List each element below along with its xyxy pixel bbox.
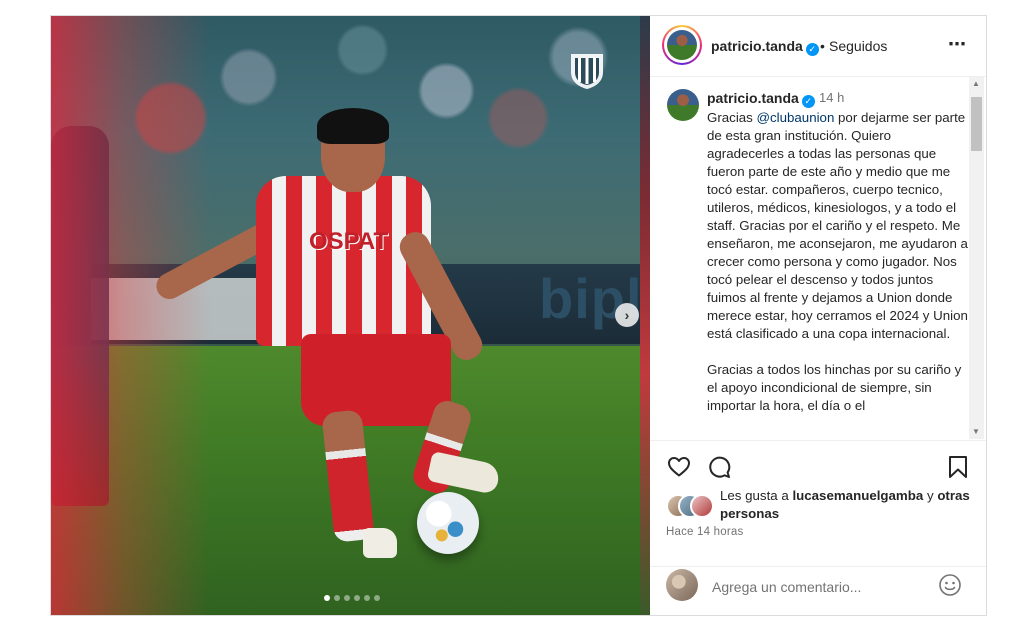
likers-avatars[interactable] [666,494,716,518]
scroll-down-icon[interactable]: ▼ [972,427,980,436]
scroll-up-icon[interactable]: ▲ [972,79,980,88]
avatar [667,30,697,60]
post-header: patricio.tanda ✓ • Seguidos ⋯ [650,16,986,77]
more-options-icon[interactable]: ⋯ [948,34,967,55]
carousel-next-button[interactable]: › [615,303,639,327]
scroll-thumb[interactable] [971,97,982,151]
soccer-ball [417,492,479,554]
carousel-dots [324,595,380,601]
verified-badge-icon: ✓ [805,43,819,56]
caption-time[interactable]: 14 h [819,90,844,105]
caption-text-part: Gracias [707,110,757,125]
avatar [690,494,714,518]
likes-conjunction: y [923,488,938,503]
carousel-dot [344,595,350,601]
caption-scrollbar[interactable]: ▲ ▼ [969,77,984,439]
next-image-preview [640,16,650,615]
caption-text: Gracias @clubaunion por dejarme ser part… [707,109,969,415]
heart-icon[interactable] [667,455,691,479]
caption-avatar[interactable] [667,89,699,121]
story-ring[interactable] [662,25,702,65]
caption-username-text[interactable]: patricio.tanda [707,90,799,106]
post-actions [650,440,986,489]
likes-prefix: Les gusta a [720,488,793,503]
current-user-avatar [666,569,698,601]
carousel-dot [354,595,360,601]
chevron-right-icon: › [624,307,630,323]
comment-icon[interactable] [707,455,731,479]
caption-text-part: por dejarme ser parte de esta gran insti… [707,110,968,413]
post-timestamp[interactable]: Hace 14 horas [666,526,743,538]
mention-link[interactable]: @clubaunion [757,110,835,125]
red-glow-overlay [51,16,211,615]
emoji-icon[interactable] [938,573,962,597]
comment-input[interactable] [710,576,934,598]
header-username[interactable]: patricio.tanda ✓ [711,38,819,56]
jersey-sponsor: OSPAT [309,228,389,255]
caption-area[interactable]: patricio.tanda ✓ 14 h Gracias @clubaunion… [650,77,986,439]
caption-username[interactable]: patricio.tanda ✓ [707,90,815,108]
likes-summary: Les gusta a lucasemanuelgamba y otras pe… [720,487,980,523]
player-shorts [301,334,451,426]
carousel-dot [364,595,370,601]
carousel-dot [324,595,330,601]
follow-status-button[interactable]: Seguidos [829,38,887,54]
bookmark-icon[interactable] [947,455,969,479]
liker-username[interactable]: lucasemanuelgamba [792,488,923,503]
player-hair [317,108,389,144]
verified-badge-icon: ✓ [801,95,815,108]
instagram-post: bipl OSPAT › patricio.tanda ✓ • Seguidos… [50,15,987,616]
player-left-boot [363,528,397,558]
post-media[interactable]: bipl OSPAT › [51,16,650,615]
carousel-dot [374,595,380,601]
post-side-panel: patricio.tanda ✓ • Seguidos ⋯ patricio.ta… [650,16,986,615]
club-badge-icon [571,54,603,89]
carousel-dot [334,595,340,601]
separator-dot: • [820,38,825,54]
username-text[interactable]: patricio.tanda [711,38,803,54]
